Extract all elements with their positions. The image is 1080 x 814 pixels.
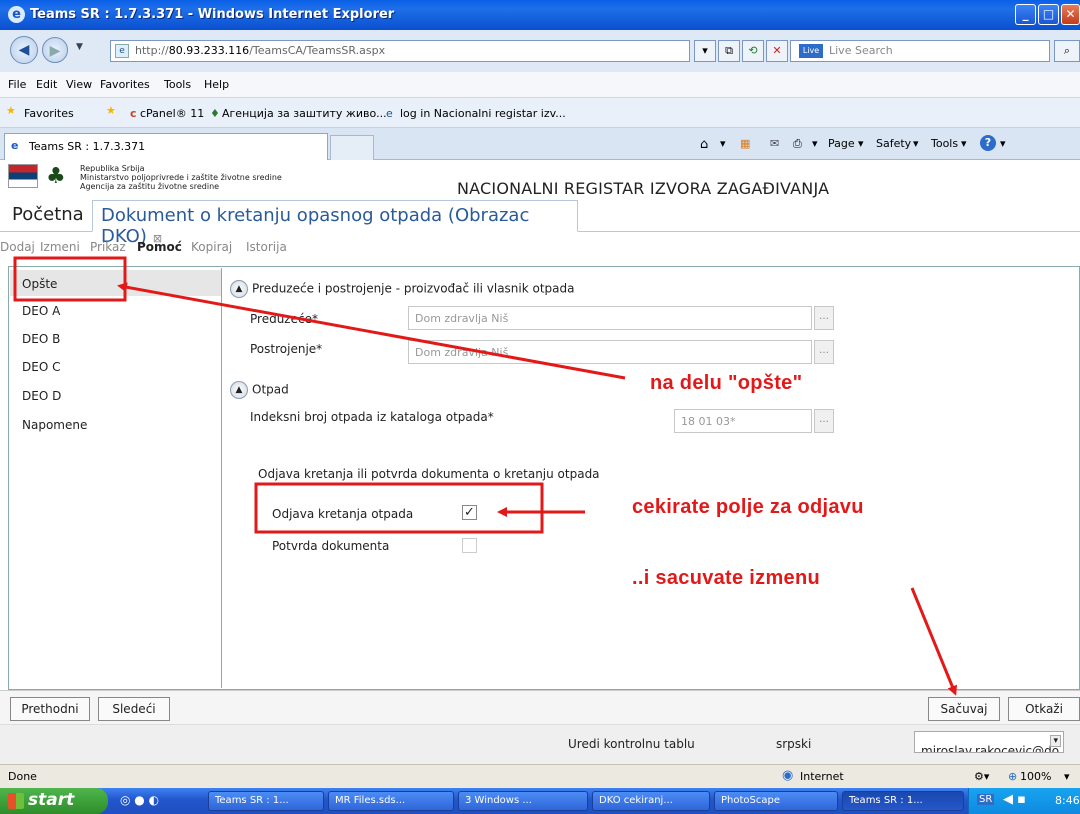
- screenshot-root: e Teams SR : 1.7.3.371 - Windows Interne…: [0, 0, 1080, 814]
- highlight-box-opste: [13, 256, 127, 302]
- annotation-checkbox: cekirate polje za odjavu: [632, 496, 864, 518]
- annotation-save: ..i sacuvate izmenu: [632, 567, 820, 589]
- annotation-opste: na delu "opšte": [650, 372, 803, 394]
- arrow-to-save: [910, 587, 957, 696]
- highlight-box-odjava: [254, 482, 544, 534]
- arrow-to-opste: [117, 282, 626, 380]
- annotation-overlay: [13, 256, 957, 696]
